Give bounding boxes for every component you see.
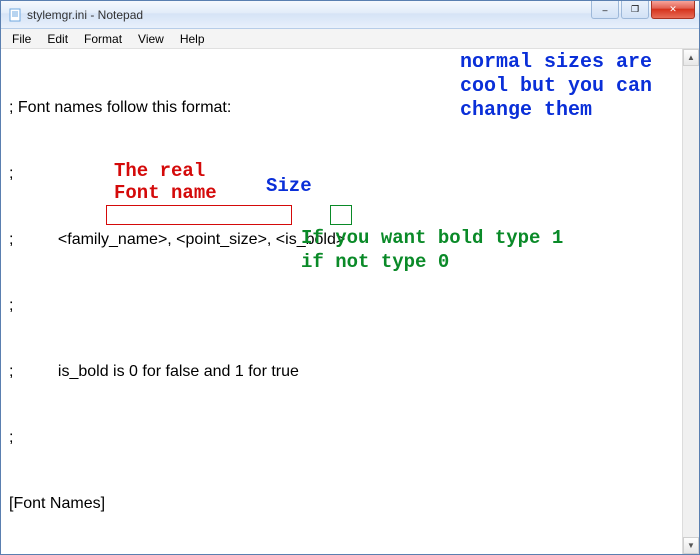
annotation-sizes-note: normal sizes are cool but you can change… bbox=[460, 51, 690, 123]
close-icon: ✕ bbox=[669, 4, 677, 15]
text-line: ; is_bold is 0 for false and 1 for true bbox=[9, 361, 691, 383]
editor-content[interactable]: ; Font names follow this format: ; ; <fa… bbox=[1, 49, 699, 554]
annotation-size-label: Size bbox=[266, 175, 312, 197]
window-title: stylemgr.ini - Notepad bbox=[27, 8, 143, 22]
window-controls: – ❐ ✕ bbox=[591, 1, 695, 19]
notepad-icon bbox=[7, 7, 23, 23]
annotation-font-name-label: The real Font name bbox=[114, 160, 217, 204]
vertical-scrollbar[interactable]: ▲ ▼ bbox=[682, 49, 699, 554]
menu-edit[interactable]: Edit bbox=[40, 30, 75, 48]
scroll-up-button[interactable]: ▲ bbox=[683, 49, 699, 66]
highlight-box-fontname bbox=[106, 205, 292, 225]
scroll-track[interactable] bbox=[683, 66, 699, 537]
scroll-down-button[interactable]: ▼ bbox=[683, 537, 699, 554]
titlebar[interactable]: stylemgr.ini - Notepad – ❐ ✕ bbox=[1, 1, 699, 29]
menu-view[interactable]: View bbox=[131, 30, 171, 48]
menu-help[interactable]: Help bbox=[173, 30, 212, 48]
annotation-bold-note: If you want bold type 1 if not type 0 bbox=[301, 226, 563, 274]
text-line: ; bbox=[9, 295, 691, 317]
menu-file[interactable]: File bbox=[5, 30, 38, 48]
minimize-icon: – bbox=[602, 5, 607, 15]
menubar: File Edit Format View Help bbox=[1, 29, 699, 49]
text-line: ; bbox=[9, 163, 691, 185]
maximize-icon: ❐ bbox=[631, 4, 639, 15]
maximize-button[interactable]: ❐ bbox=[621, 1, 649, 19]
text-line: ; bbox=[9, 427, 691, 449]
text-line: [Font Names] bbox=[9, 493, 691, 515]
minimize-button[interactable]: – bbox=[591, 1, 619, 19]
close-button[interactable]: ✕ bbox=[651, 1, 695, 19]
notepad-window: stylemgr.ini - Notepad – ❐ ✕ File Edit F… bbox=[0, 0, 700, 555]
menu-format[interactable]: Format bbox=[77, 30, 129, 48]
highlight-box-bold bbox=[330, 205, 352, 225]
